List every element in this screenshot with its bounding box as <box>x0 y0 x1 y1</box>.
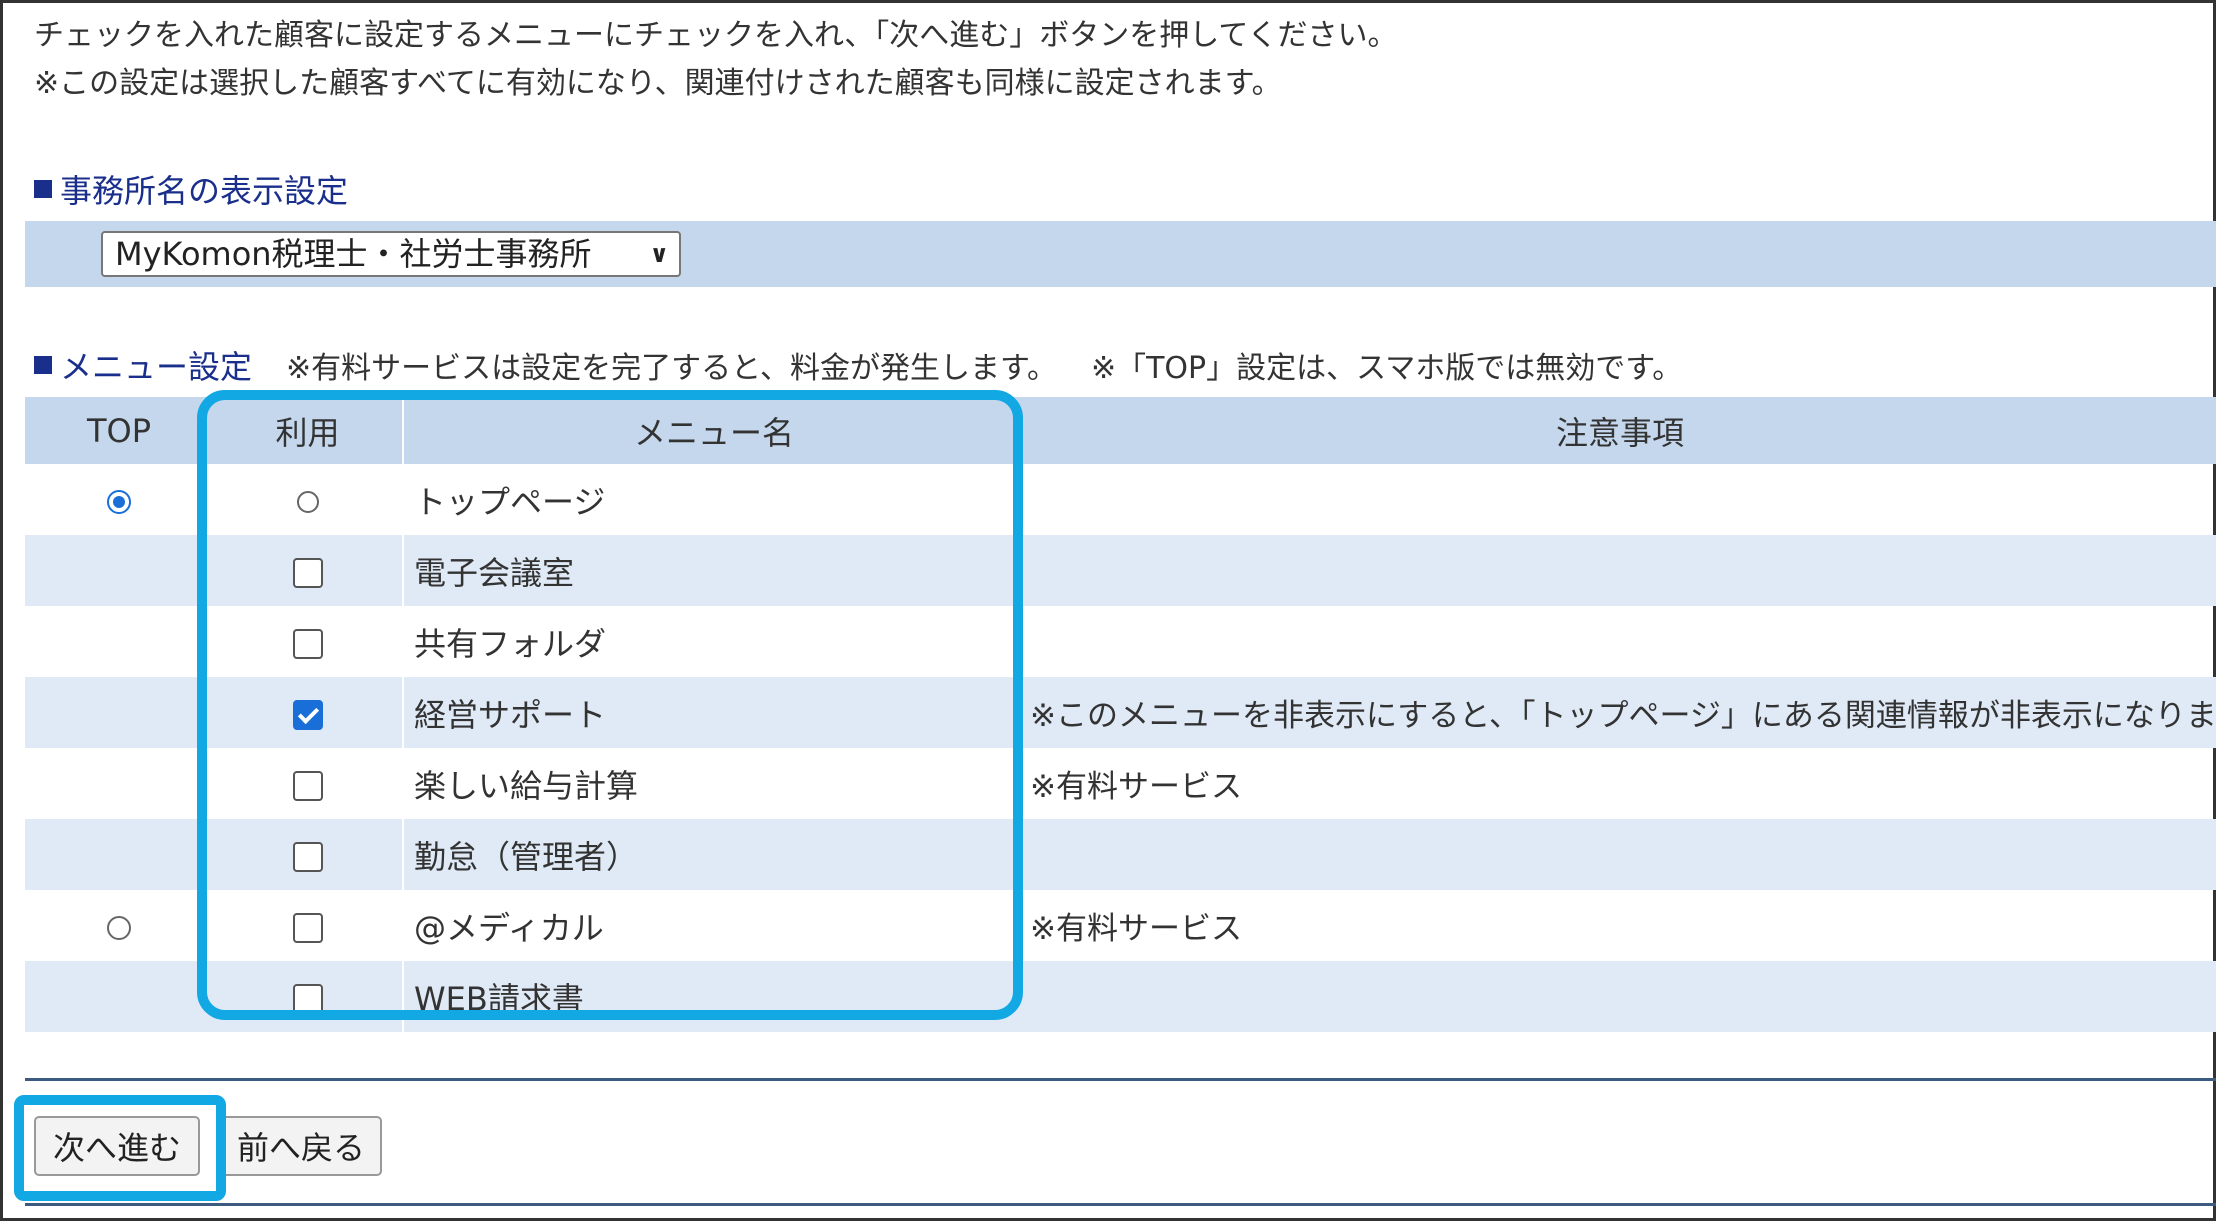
office-name-select[interactable]: MyKomon税理士・社労士事務所 ∨ <box>101 231 681 277</box>
square-bullet-icon <box>34 180 52 198</box>
instructions: チェックを入れた顧客に設定するメニューにチェックを入れ、「次へ進む」ボタンを押し… <box>34 12 1398 108</box>
header-menu-name: メニュー名 <box>402 397 1024 464</box>
top-cell <box>25 677 213 748</box>
office-section-label: 事務所名の表示設定 <box>60 172 349 210</box>
use-cell <box>213 606 403 677</box>
divider-top <box>25 1078 2216 1081</box>
use-checkbox-management-support[interactable] <box>292 699 323 730</box>
office-select-value: MyKomon税理士・社労士事務所 <box>115 235 592 273</box>
use-cell <box>213 890 403 961</box>
menu-note <box>1024 819 2216 890</box>
header-top: TOP <box>25 397 213 464</box>
divider-bottom <box>25 1203 2216 1206</box>
menu-name: 経営サポート <box>402 677 1024 748</box>
menu-name: 勤怠（管理者） <box>402 819 1024 890</box>
instruction-line-1: チェックを入れた顧客に設定するメニューにチェックを入れ、「次へ進む」ボタンを押し… <box>34 18 1398 53</box>
menu-section-title: メニュー設定 ※有料サービスは設定を完了すると、料金が発生します。 ※「TOP」… <box>34 342 1682 388</box>
square-bullet-icon <box>34 356 52 374</box>
table-row: 電子会議室 <box>25 535 2216 606</box>
office-section-title: 事務所名の表示設定 <box>34 166 348 212</box>
paid-service-note: ※有料サービスは設定を完了すると、料金が発生します。 <box>286 351 1057 386</box>
use-checkbox-attendance[interactable] <box>292 841 323 872</box>
top-cell <box>25 819 213 890</box>
top-cell <box>25 961 213 1032</box>
header-notes: 注意事項 <box>1024 397 2216 464</box>
use-cell <box>213 819 403 890</box>
menu-name: トップページ <box>402 464 1024 535</box>
top-radio-toppage[interactable] <box>107 489 131 514</box>
table-row: 勤怠（管理者） <box>25 819 2216 890</box>
back-button[interactable]: 前へ戻る <box>220 1116 382 1176</box>
table-row: 楽しい給与計算 ※有料サービス <box>25 748 2216 819</box>
menu-settings-table: TOP 利用 メニュー名 注意事項 トップページ 電子会議室 共有フォルダ 経営… <box>25 397 2216 1032</box>
menu-name: WEB請求書 <box>402 961 1024 1032</box>
menu-note: ※このメニューを非表示にすると、「トップページ」にある関連情報が非表示になります… <box>1024 677 2216 748</box>
paid-service-label: ※有料サービス <box>1030 911 1242 947</box>
use-cell <box>213 677 403 748</box>
use-checkbox-payroll[interactable] <box>292 770 323 801</box>
use-checkbox-web-invoice[interactable] <box>292 983 323 1014</box>
paid-service-label: ※有料サービス <box>1030 769 1242 805</box>
top-cell <box>25 464 213 535</box>
table-row: @メディカル ※有料サービス <box>25 890 2216 961</box>
next-button[interactable]: 次へ進む <box>34 1116 200 1176</box>
table-header-row: TOP 利用 メニュー名 注意事項 <box>25 397 2216 464</box>
menu-note <box>1024 961 2216 1032</box>
chevron-down-icon: ∨ <box>649 240 670 268</box>
menu-note <box>1024 606 2216 677</box>
instruction-line-2: ※この設定は選択した顧客すべてに有効になり、関連付けされた顧客も同様に設定されま… <box>34 66 1282 101</box>
use-cell <box>213 535 403 606</box>
top-cell <box>25 748 213 819</box>
use-checkbox-medical[interactable] <box>292 912 323 943</box>
table-row: 経営サポート ※このメニューを非表示にすると、「トップページ」にある関連情報が非… <box>25 677 2216 748</box>
use-cell <box>213 464 403 535</box>
top-setting-note: ※「TOP」設定は、スマホ版では無効です。 <box>1090 351 1683 386</box>
use-cell <box>213 961 403 1032</box>
menu-name: 電子会議室 <box>402 535 1024 606</box>
table-row: WEB請求書 <box>25 961 2216 1032</box>
use-checkbox-conference[interactable] <box>292 557 323 588</box>
menu-name: @メディカル <box>402 890 1024 961</box>
table-row: 共有フォルダ <box>25 606 2216 677</box>
header-use: 利用 <box>213 397 403 464</box>
use-radio-toppage[interactable] <box>296 490 319 513</box>
menu-note <box>1024 464 2216 535</box>
use-checkbox-shared-folder[interactable] <box>292 628 323 659</box>
menu-section-label: メニュー設定 <box>60 348 253 386</box>
top-cell <box>25 606 213 677</box>
top-cell <box>25 535 213 606</box>
office-select-bar: MyKomon税理士・社労士事務所 ∨ <box>25 221 2216 287</box>
menu-name: 共有フォルダ <box>402 606 1024 677</box>
top-cell <box>25 890 213 961</box>
menu-name: 楽しい給与計算 <box>402 748 1024 819</box>
top-radio-medical[interactable] <box>107 915 131 940</box>
table-row: トップページ <box>25 464 2216 535</box>
menu-note <box>1024 535 2216 606</box>
use-cell <box>213 748 403 819</box>
